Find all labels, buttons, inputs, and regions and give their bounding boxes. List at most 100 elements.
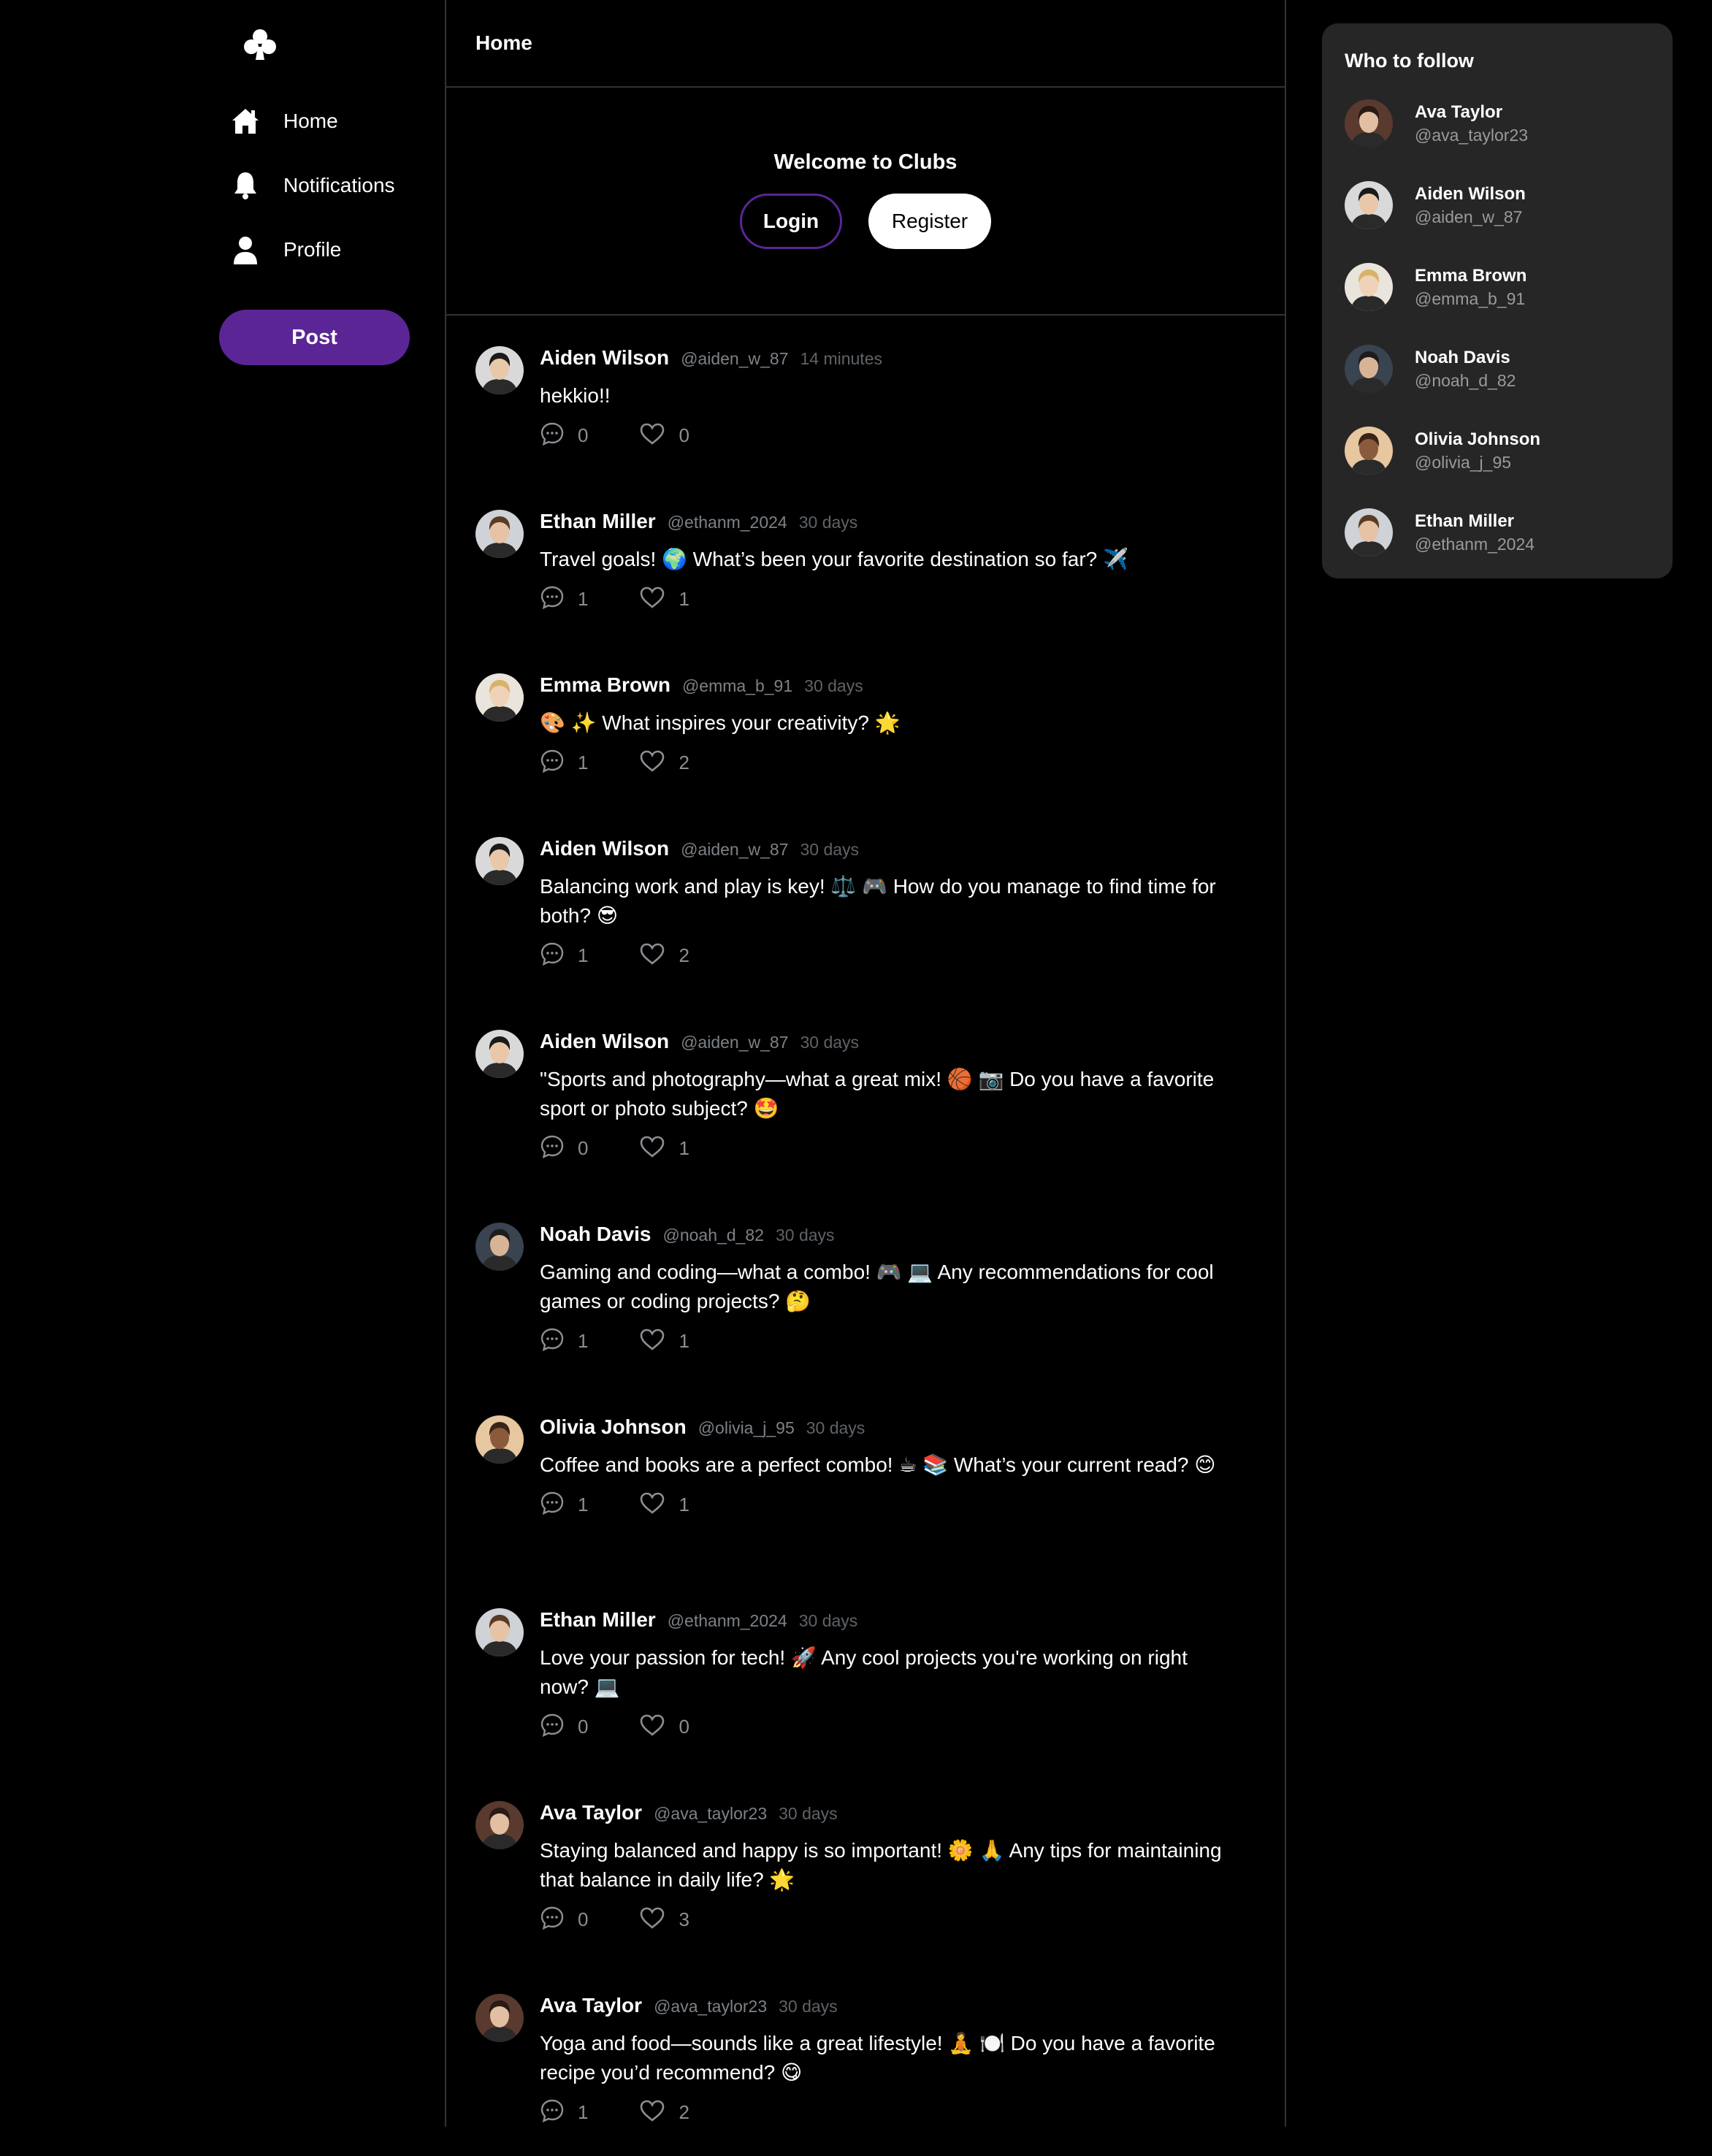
comment-icon xyxy=(540,421,565,450)
post-item[interactable]: Aiden Wilson @aiden_w_87 30 days "Sports an… xyxy=(446,999,1285,1192)
author-name[interactable]: Emma Brown xyxy=(540,673,670,697)
avatar[interactable] xyxy=(475,510,524,558)
like-count: 1 xyxy=(679,587,689,610)
author-name[interactable]: Aiden Wilson xyxy=(540,346,669,370)
like-button[interactable]: 0 xyxy=(639,1713,689,1740)
heart-icon xyxy=(639,422,665,449)
like-button[interactable]: 2 xyxy=(639,942,689,969)
comment-icon xyxy=(540,941,565,970)
comment-button[interactable]: 1 xyxy=(540,585,588,613)
like-button[interactable]: 1 xyxy=(639,586,689,613)
welcome-title: Welcome to Clubs xyxy=(773,150,958,174)
avatar[interactable] xyxy=(1345,508,1393,557)
post-text: 🎨 ✨ What inspires your creativity? 🌟 xyxy=(540,711,901,734)
post-item[interactable]: Ava Taylor @ava_taylor23 30 days Yoga and f… xyxy=(446,1963,1285,2156)
post-header: Ethan Miller @ethanm_2024 30 days xyxy=(540,510,1256,539)
post-time: 30 days xyxy=(779,1804,838,1823)
register-button[interactable]: Register xyxy=(868,194,991,249)
comment-icon xyxy=(540,1713,565,1741)
avatar[interactable] xyxy=(475,1608,524,1656)
post-time: 30 days xyxy=(798,513,858,532)
comment-button[interactable]: 0 xyxy=(540,1134,588,1163)
like-button[interactable]: 2 xyxy=(639,2099,689,2126)
avatar[interactable] xyxy=(1345,181,1393,229)
avatar[interactable] xyxy=(1345,263,1393,311)
nav-profile[interactable]: Profile xyxy=(229,228,341,272)
like-button[interactable]: 1 xyxy=(639,1328,689,1355)
post-button[interactable]: Post xyxy=(219,310,410,365)
post-item[interactable]: Ethan Miller @ethanm_2024 30 days Travel go… xyxy=(446,479,1285,643)
avatar[interactable] xyxy=(1345,427,1393,475)
follow-suggestion[interactable]: Noah Davis @noah_d_82 xyxy=(1345,345,1651,396)
comment-button[interactable]: 1 xyxy=(540,1327,588,1356)
avatar[interactable] xyxy=(475,673,524,722)
avatar[interactable] xyxy=(475,1223,524,1271)
avatar[interactable] xyxy=(475,1994,524,2042)
post-body: Ava Taylor @ava_taylor23 30 days Yoga and f… xyxy=(540,1994,1256,2127)
suggestion-name: Ethan Miller xyxy=(1415,511,1515,531)
follow-suggestion[interactable]: Aiden Wilson @aiden_w_87 xyxy=(1345,181,1651,232)
bell-icon xyxy=(229,169,261,202)
author-name[interactable]: Olivia Johnson xyxy=(540,1415,687,1439)
post-feed: Aiden Wilson @aiden_w_87 14 minutes hekkio!… xyxy=(446,316,1285,2156)
author-handle: @aiden_w_87 xyxy=(681,840,789,859)
follow-suggestion[interactable]: Ethan Miller @ethanm_2024 xyxy=(1345,508,1651,559)
suggestion-handle: @ethanm_2024 xyxy=(1415,535,1535,554)
post-header: Ethan Miller @ethanm_2024 30 days xyxy=(540,1608,1256,1637)
club-icon[interactable] xyxy=(242,26,278,63)
avatar[interactable] xyxy=(475,1801,524,1849)
like-button[interactable]: 1 xyxy=(639,1135,689,1162)
comment-button[interactable]: 1 xyxy=(540,749,588,777)
like-button[interactable]: 2 xyxy=(639,749,689,776)
comment-button[interactable]: 0 xyxy=(540,1905,588,1934)
nav-home-label: Home xyxy=(283,110,338,132)
like-count: 1 xyxy=(679,1136,689,1159)
post-item[interactable]: Ava Taylor @ava_taylor23 30 days Staying ba… xyxy=(446,1770,1285,1963)
post-body: Aiden Wilson @aiden_w_87 14 minutes hekkio!… xyxy=(540,346,1256,450)
post-item[interactable]: Olivia Johnson @olivia_j_95 30 days Coffee … xyxy=(446,1385,1285,1578)
author-name[interactable]: Ava Taylor xyxy=(540,1994,642,2017)
author-name[interactable]: Ava Taylor xyxy=(540,1801,642,1824)
avatar[interactable] xyxy=(475,1030,524,1078)
follow-suggestion[interactable]: Ava Taylor @ava_taylor23 xyxy=(1345,99,1651,150)
comment-button[interactable]: 0 xyxy=(540,421,588,450)
nav-home[interactable]: Home xyxy=(229,99,338,143)
post-item[interactable]: Noah Davis @noah_d_82 30 days Gaming and co… xyxy=(446,1192,1285,1385)
post-actions: 00 xyxy=(540,421,1256,450)
author-name[interactable]: Aiden Wilson xyxy=(540,837,669,860)
comment-button[interactable]: 1 xyxy=(540,1491,588,1519)
avatar[interactable] xyxy=(475,1415,524,1464)
comment-button[interactable]: 1 xyxy=(540,941,588,970)
post-actions: 03 xyxy=(540,1905,1256,1934)
login-button[interactable]: Login xyxy=(740,194,842,249)
comment-count: 0 xyxy=(578,1715,589,1738)
comment-icon xyxy=(540,1491,565,1519)
like-button[interactable]: 0 xyxy=(639,422,689,449)
nav-notifications[interactable]: Notifications xyxy=(229,164,395,207)
like-count: 2 xyxy=(679,2100,689,2123)
post-body: Ethan Miller @ethanm_2024 30 days Travel go… xyxy=(540,510,1256,613)
follow-suggestion[interactable]: Emma Brown @emma_b_91 xyxy=(1345,263,1651,314)
comment-icon xyxy=(540,585,565,613)
avatar[interactable] xyxy=(1345,345,1393,393)
post-item[interactable]: Aiden Wilson @aiden_w_87 14 minutes hekkio!… xyxy=(446,316,1285,479)
like-button[interactable]: 1 xyxy=(639,1491,689,1518)
avatar[interactable] xyxy=(1345,99,1393,148)
avatar[interactable] xyxy=(475,346,524,394)
avatar[interactable] xyxy=(475,837,524,885)
author-name[interactable]: Aiden Wilson xyxy=(540,1030,669,1053)
comment-button[interactable]: 1 xyxy=(540,2098,588,2127)
comment-count: 0 xyxy=(578,1908,589,1930)
comment-button[interactable]: 0 xyxy=(540,1713,588,1741)
heart-icon xyxy=(639,1491,665,1518)
follow-suggestion[interactable]: Olivia Johnson @olivia_j_95 xyxy=(1345,427,1651,478)
post-item[interactable]: Aiden Wilson @aiden_w_87 30 days Balancing … xyxy=(446,806,1285,999)
post-item[interactable]: Ethan Miller @ethanm_2024 30 days Love your… xyxy=(446,1578,1285,1770)
post-actions: 12 xyxy=(540,2098,1256,2127)
post-text: Gaming and coding—what a combo! 🎮 💻 Any … xyxy=(540,1261,1214,1312)
author-name[interactable]: Noah Davis xyxy=(540,1223,651,1246)
author-name[interactable]: Ethan Miller xyxy=(540,510,656,533)
author-name[interactable]: Ethan Miller xyxy=(540,1608,656,1632)
post-item[interactable]: Emma Brown @emma_b_91 30 days 🎨 ✨ What insp… xyxy=(446,643,1285,806)
like-button[interactable]: 3 xyxy=(639,1906,689,1933)
